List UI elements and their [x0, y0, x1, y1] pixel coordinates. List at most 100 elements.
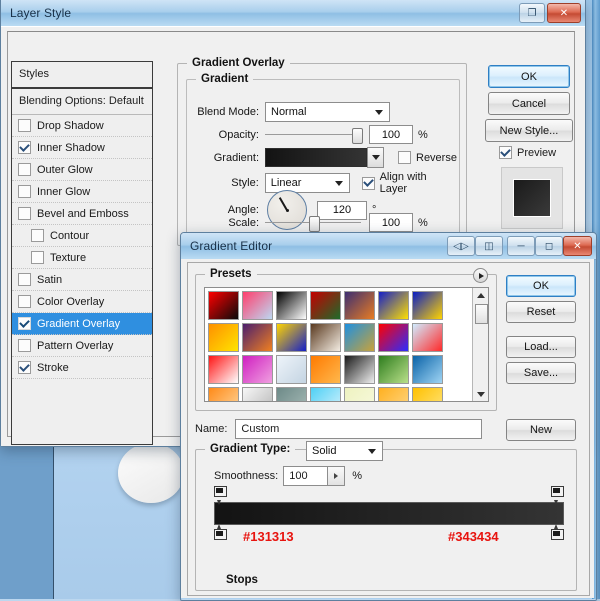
maximize-icon[interactable]: ◻	[535, 236, 563, 256]
gradient-preset-swatch[interactable]	[242, 355, 273, 384]
gradient-editor-load-button[interactable]: Load...	[506, 336, 576, 358]
gradient-type-select[interactable]: Solid	[306, 441, 383, 461]
gradient-preset-swatch[interactable]	[378, 291, 409, 320]
style-item-checkbox[interactable]	[18, 119, 31, 132]
opacity-slider-knob[interactable]	[352, 127, 363, 144]
color-stop-right[interactable]	[551, 524, 564, 543]
smoothness-input[interactable]: 100	[283, 466, 329, 486]
style-item-inner-glow[interactable]: Inner Glow	[12, 181, 152, 203]
panel-icon[interactable]: ◫	[475, 236, 503, 256]
new-style-button[interactable]: New Style...	[485, 119, 573, 142]
style-item-checkbox[interactable]	[18, 317, 31, 330]
gradient-editor-titlebar[interactable]: Gradient Editor ◁▷ ◫ ─ ◻ ✕	[181, 233, 596, 260]
gradient-preset-swatch[interactable]	[378, 387, 409, 401]
style-item-bevel-and-emboss[interactable]: Bevel and Emboss	[12, 203, 152, 225]
style-item-checkbox[interactable]	[18, 185, 31, 198]
gradient-preset-swatch[interactable]	[208, 355, 239, 384]
gradient-preview-swatch[interactable]	[265, 148, 367, 167]
smoothness-stepper-button[interactable]	[328, 466, 346, 486]
close-icon[interactable]: ✕	[563, 236, 592, 256]
gradient-preset-swatch[interactable]	[344, 355, 375, 384]
gradient-preset-swatch[interactable]	[276, 387, 307, 401]
reverse-checkbox[interactable]	[398, 151, 411, 164]
gradient-editor-new-button[interactable]: New	[506, 419, 576, 441]
presets-grid[interactable]	[205, 288, 472, 401]
style-item-checkbox[interactable]	[18, 207, 31, 220]
gradient-preset-swatch[interactable]	[276, 323, 307, 352]
style-item-checkbox[interactable]	[18, 273, 31, 286]
restore-icon[interactable]: ❐	[519, 3, 545, 23]
blending-options-row[interactable]: Blending Options: Default	[12, 89, 152, 115]
style-item-outer-glow[interactable]: Outer Glow	[12, 159, 152, 181]
style-item-pattern-overlay[interactable]: Pattern Overlay	[12, 335, 152, 357]
style-item-satin[interactable]: Satin	[12, 269, 152, 291]
opacity-input[interactable]: 100	[369, 125, 413, 144]
gradient-preset-swatch[interactable]	[344, 387, 375, 401]
gradient-preset-swatch[interactable]	[310, 355, 341, 384]
scale-slider[interactable]	[265, 215, 361, 232]
stop-pointer	[554, 524, 558, 529]
preview-checkbox[interactable]	[499, 146, 512, 159]
close-icon[interactable]: ✕	[547, 3, 581, 23]
minimize-icon[interactable]: ─	[507, 236, 535, 256]
color-stop-left[interactable]	[214, 524, 227, 543]
style-item-color-overlay[interactable]: Color Overlay	[12, 291, 152, 313]
scale-input[interactable]: 100	[369, 213, 413, 232]
style-item-inner-shadow[interactable]: Inner Shadow	[12, 137, 152, 159]
gradient-bar[interactable]	[214, 502, 564, 525]
gradient-preset-swatch[interactable]	[310, 291, 341, 320]
align-with-layer-checkbox[interactable]	[361, 176, 375, 190]
gradient-preset-swatch[interactable]	[310, 387, 341, 401]
style-item-contour[interactable]: Contour	[12, 225, 152, 247]
layer-style-titlebar[interactable]: Layer Style ❐ ✕	[1, 0, 585, 27]
gradient-preset-swatch[interactable]	[208, 323, 239, 352]
presets-list-box[interactable]	[204, 287, 489, 402]
style-item-gradient-overlay[interactable]: Gradient Overlay	[12, 313, 152, 335]
scrollbar-thumb[interactable]	[475, 304, 489, 324]
gradient-picker-button[interactable]	[367, 147, 384, 168]
opacity-stop-left[interactable]	[214, 486, 227, 505]
gradient-editor-reset-button[interactable]: Reset	[506, 301, 576, 323]
style-item-drop-shadow[interactable]: Drop Shadow	[12, 115, 152, 137]
gradient-editor-ok-button[interactable]: OK	[506, 275, 576, 297]
style-item-checkbox[interactable]	[31, 251, 44, 264]
gradient-preset-swatch[interactable]	[412, 291, 443, 320]
gradient-preset-swatch[interactable]	[412, 387, 443, 401]
gradient-preset-swatch[interactable]	[412, 355, 443, 384]
style-item-checkbox[interactable]	[18, 163, 31, 176]
name-input[interactable]: Custom	[235, 419, 483, 439]
blend-mode-select[interactable]: Normal	[265, 102, 390, 122]
gradient-preset-swatch[interactable]	[412, 323, 443, 352]
opacity-slider[interactable]	[265, 127, 363, 144]
style-item-checkbox[interactable]	[18, 361, 31, 374]
style-item-stroke[interactable]: Stroke	[12, 357, 152, 379]
style-item-checkbox[interactable]	[18, 295, 31, 308]
opacity-stop-right[interactable]	[551, 486, 564, 505]
gradient-preset-swatch[interactable]	[208, 291, 239, 320]
gradient-preset-swatch[interactable]	[242, 291, 273, 320]
gradient-preset-swatch[interactable]	[344, 291, 375, 320]
gradient-preset-swatch[interactable]	[208, 387, 239, 401]
style-item-texture[interactable]: Texture	[12, 247, 152, 269]
style-item-checkbox[interactable]	[18, 339, 31, 352]
gradient-preset-swatch[interactable]	[344, 323, 375, 352]
styles-list[interactable]: Styles Blending Options: Default Drop Sh…	[11, 61, 153, 445]
gradient-preset-swatch[interactable]	[378, 355, 409, 384]
style-item-checkbox[interactable]	[18, 141, 31, 154]
gradient-preset-swatch[interactable]	[276, 291, 307, 320]
gradient-editor-save-button[interactable]: Save...	[506, 362, 576, 384]
scale-slider-knob[interactable]	[309, 215, 320, 232]
gradient-preset-swatch[interactable]	[242, 387, 273, 401]
presets-scrollbar[interactable]	[472, 288, 489, 401]
gradient-preset-swatch[interactable]	[276, 355, 307, 384]
layer-style-ok-button[interactable]: OK	[488, 65, 570, 88]
scroll-up-icon[interactable]	[473, 288, 489, 302]
layer-style-cancel-button[interactable]: Cancel	[488, 92, 570, 115]
gradient-preset-swatch[interactable]	[242, 323, 273, 352]
gradient-preset-swatch[interactable]	[310, 323, 341, 352]
gradient-preset-swatch[interactable]	[378, 323, 409, 352]
dock-toggle-icon[interactable]: ◁▷	[447, 236, 475, 256]
preset-menu-icon[interactable]	[473, 268, 488, 283]
scroll-down-icon[interactable]	[473, 387, 489, 401]
style-item-checkbox[interactable]	[31, 229, 44, 242]
